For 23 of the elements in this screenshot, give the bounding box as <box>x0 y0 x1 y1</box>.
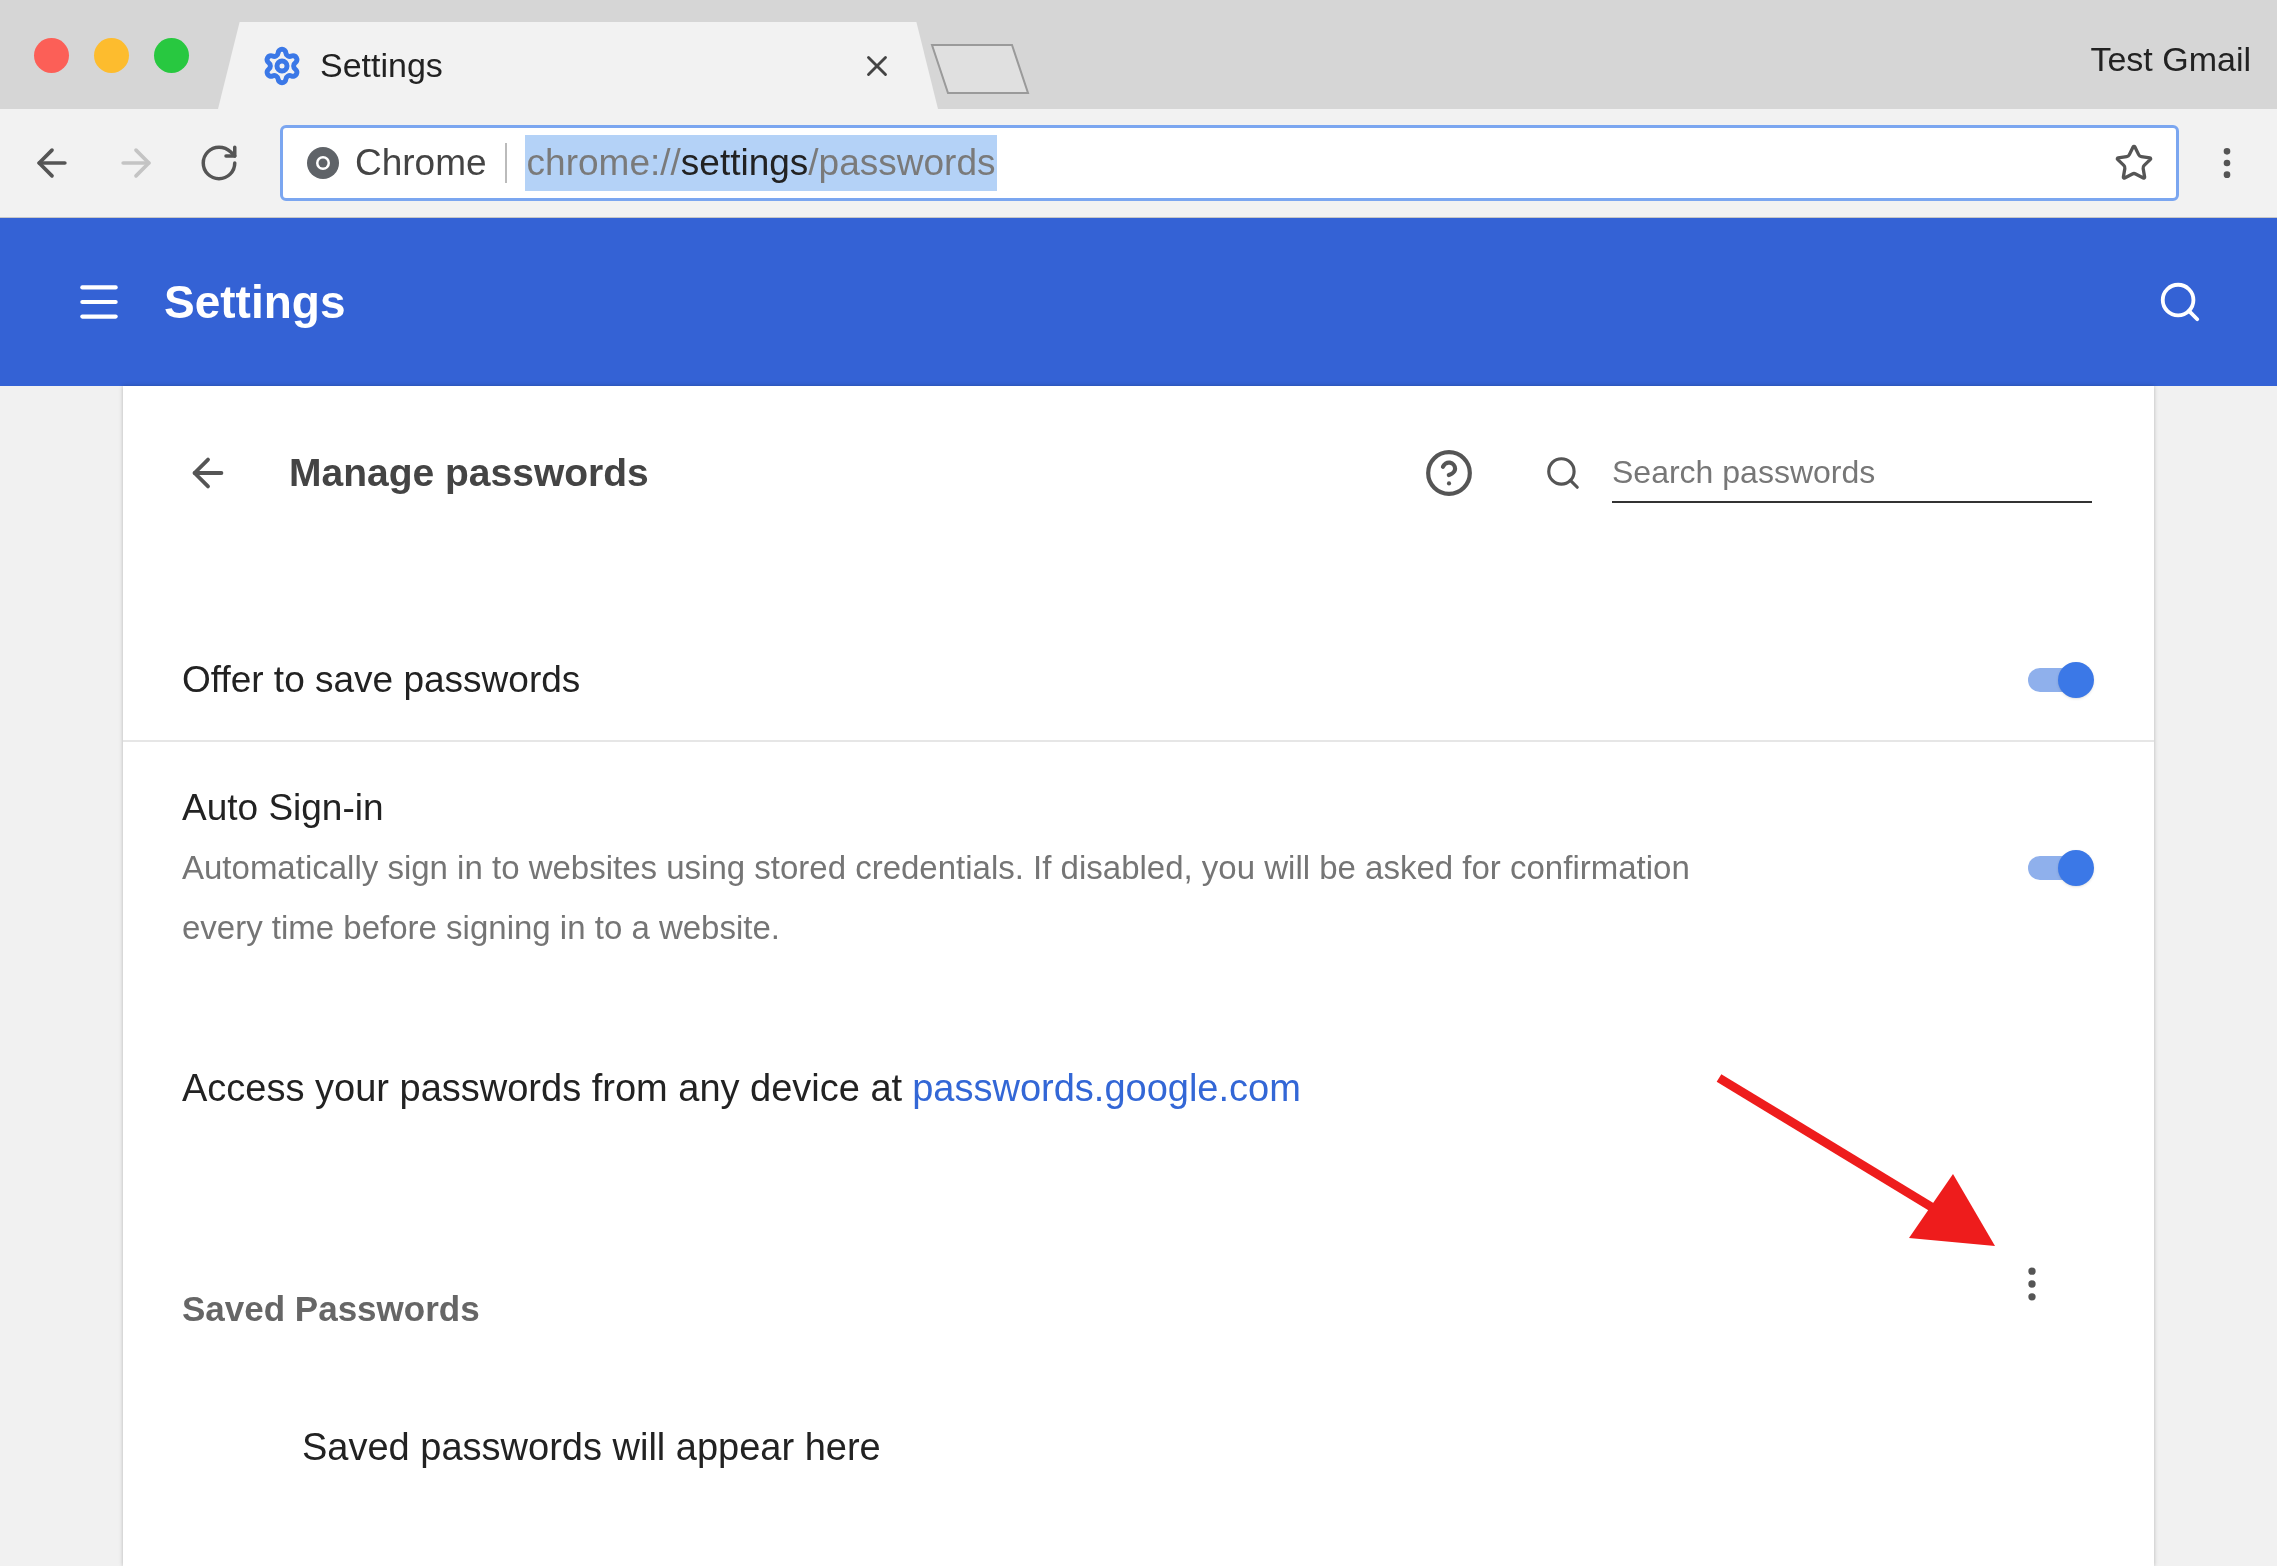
browser-tab[interactable]: Settings <box>218 22 938 109</box>
site-label: Chrome <box>355 141 487 186</box>
header-title: Settings <box>164 274 346 330</box>
toggle-switch[interactable] <box>2028 662 2094 698</box>
gear-icon <box>262 45 302 86</box>
empty-message: Saved passwords will appear here <box>302 1425 882 1470</box>
chrome-icon <box>305 145 341 181</box>
passwords-link[interactable]: passwords.google.com <box>912 1059 1301 1117</box>
bookmark-star-icon[interactable] <box>2114 143 2154 183</box>
search-field[interactable]: Search passwords <box>1612 443 2092 503</box>
setting-label: Offer to save passwords <box>182 658 582 702</box>
help-icon[interactable] <box>1424 448 1474 498</box>
access-text: Access your passwords from any device at <box>182 1065 903 1111</box>
toggle-switch[interactable] <box>2028 850 2094 886</box>
url-text[interactable]: chrome://settings/passwords <box>524 135 998 191</box>
tab-title: Settings <box>320 45 443 86</box>
search-icon <box>1544 454 1582 492</box>
setting-label: Auto Sign-in <box>182 786 385 830</box>
section-heading: Saved Passwords <box>182 1287 480 1330</box>
profile-name[interactable]: Test Gmail <box>2090 34 2251 85</box>
page-title: Manage passwords <box>289 449 649 496</box>
address-bar[interactable]: Chrome chrome://settings/passwords <box>280 125 2179 201</box>
setting-description: Automatically sign in to websites using stored credentials. If disabled, you will be asked for confirmation every time before signing in to a website. <box>182 848 1691 948</box>
